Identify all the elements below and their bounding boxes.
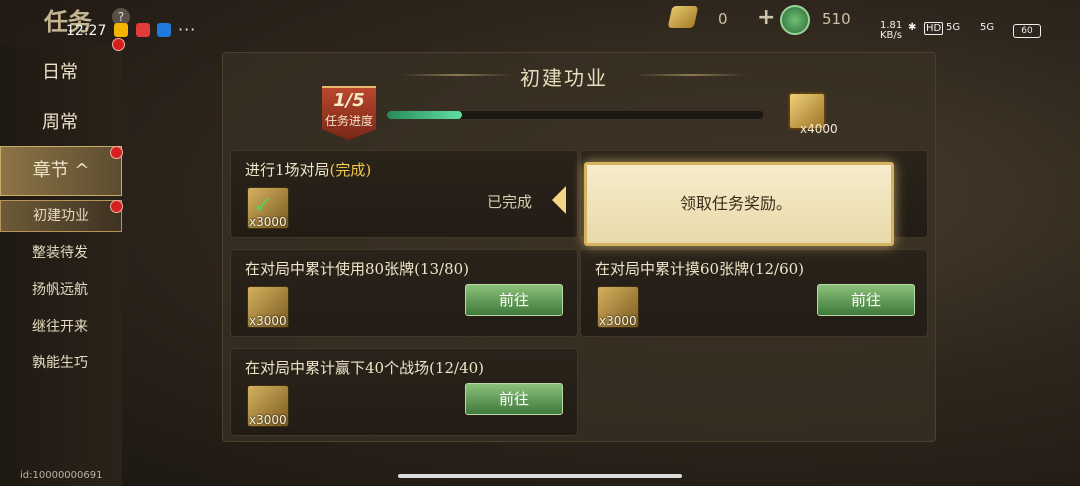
home-indicator[interactable]: [398, 474, 682, 478]
add-currency-icon[interactable]: +: [757, 5, 775, 30]
bluetooth-icon: ✱: [908, 22, 917, 33]
sidebar-item-label: 章节: [32, 160, 69, 181]
task-card: 在对局中累计赢下40个战场(12/40) x3000 前往: [230, 348, 578, 436]
sidebar-subitem-chubian[interactable]: 初建功业: [0, 200, 122, 232]
clock: 12:27: [66, 23, 107, 39]
panel-title: 初建功业: [520, 66, 608, 90]
sidebar-subitem-label: 继往开来: [32, 319, 88, 335]
go-button[interactable]: 前往: [465, 284, 563, 316]
reward-qty: x3000: [249, 413, 287, 427]
task-card: 在对局中累计使用80张牌(13/80) x3000 前往: [230, 249, 578, 337]
scroll-amount: 0: [718, 10, 728, 28]
sidebar-item-label: 周常: [42, 112, 78, 133]
reward-qty: x3000: [249, 314, 287, 328]
sidebar-subitem-zhengzhuang[interactable]: 整装待发: [0, 242, 120, 264]
go-button[interactable]: 前往: [465, 383, 563, 415]
reward-qty: x3000: [249, 215, 287, 229]
sidebar-subitem-label: 扬帆远航: [32, 282, 88, 298]
notification-app-icon: [136, 23, 150, 37]
sidebar-subitem-label: 初建功业: [33, 208, 89, 224]
sidebar-item-label: 日常: [42, 62, 78, 83]
notification-dot: [110, 146, 123, 159]
notification-app-icon: [157, 23, 171, 37]
go-button[interactable]: 前往: [817, 284, 915, 316]
sidebar-subitem-label: 整装待发: [32, 245, 88, 261]
chapter-reward-qty: x4000: [800, 122, 838, 136]
jade-amount: 510: [822, 10, 851, 28]
reward-qty: x3000: [599, 314, 637, 328]
sidebar: 日常 周常 章节 ^ 初建功业 整装待发 扬帆远航 继往开来 孰能生巧: [0, 46, 123, 486]
notification-dot: [112, 38, 125, 51]
signal-icon: 5G: [980, 22, 995, 33]
status-bar: 任务 ? 12:27 ··· 0 + 510 1.81 KB/s ✱ HD 5G…: [0, 0, 1080, 46]
signal-icon: 5G: [946, 22, 961, 33]
sidebar-item-weekly[interactable]: 周常: [0, 108, 120, 134]
sidebar-subitem-yangfan[interactable]: 扬帆远航: [0, 279, 120, 301]
chevron-up-icon: ^: [74, 160, 90, 181]
task-title: 在对局中累计使用80张牌(13/80): [245, 260, 470, 278]
progress-label: 任务进度: [324, 114, 373, 128]
task-card: 在对局中累计摸60张牌(12/60) x3000 前往: [580, 249, 928, 337]
hd-badge: HD: [924, 22, 944, 35]
sidebar-item-daily[interactable]: 日常: [0, 58, 120, 84]
network-speed: 1.81 KB/s: [880, 20, 903, 41]
task-title: 在对局中累计赢下40个战场(12/40): [245, 359, 485, 377]
more-notifications-icon: ···: [178, 20, 197, 39]
sidebar-subitem-shuneng[interactable]: 孰能生巧: [0, 352, 120, 374]
sidebar-subitem-jiwang[interactable]: 继往开来: [0, 316, 120, 338]
title-divider: [636, 74, 746, 76]
scroll-currency-icon: [667, 6, 699, 28]
sidebar-subitem-label: 孰能生巧: [32, 355, 88, 371]
tooltip-arrow: [552, 186, 566, 214]
tooltip-text: 领取任务奖励。: [679, 194, 792, 213]
progress-bar-fill: [387, 111, 462, 119]
task-title: 进行1场对局(完成): [245, 161, 372, 179]
notification-app-icon: [114, 23, 128, 37]
user-id: id:10000000691: [20, 470, 103, 481]
title-divider: [402, 74, 512, 76]
battery-icon: 60: [1013, 24, 1041, 38]
progress-count: 1/5: [333, 90, 365, 111]
notification-dot: [110, 200, 123, 213]
task-title: 在对局中累计摸60张牌(12/60): [595, 260, 805, 278]
sidebar-item-chapter[interactable]: 章节 ^: [0, 146, 122, 196]
jade-currency-icon: [780, 5, 810, 35]
completed-label: 已完成: [487, 193, 533, 211]
task-card: 进行1场对局(完成) ✓ x3000 已完成: [230, 150, 578, 238]
